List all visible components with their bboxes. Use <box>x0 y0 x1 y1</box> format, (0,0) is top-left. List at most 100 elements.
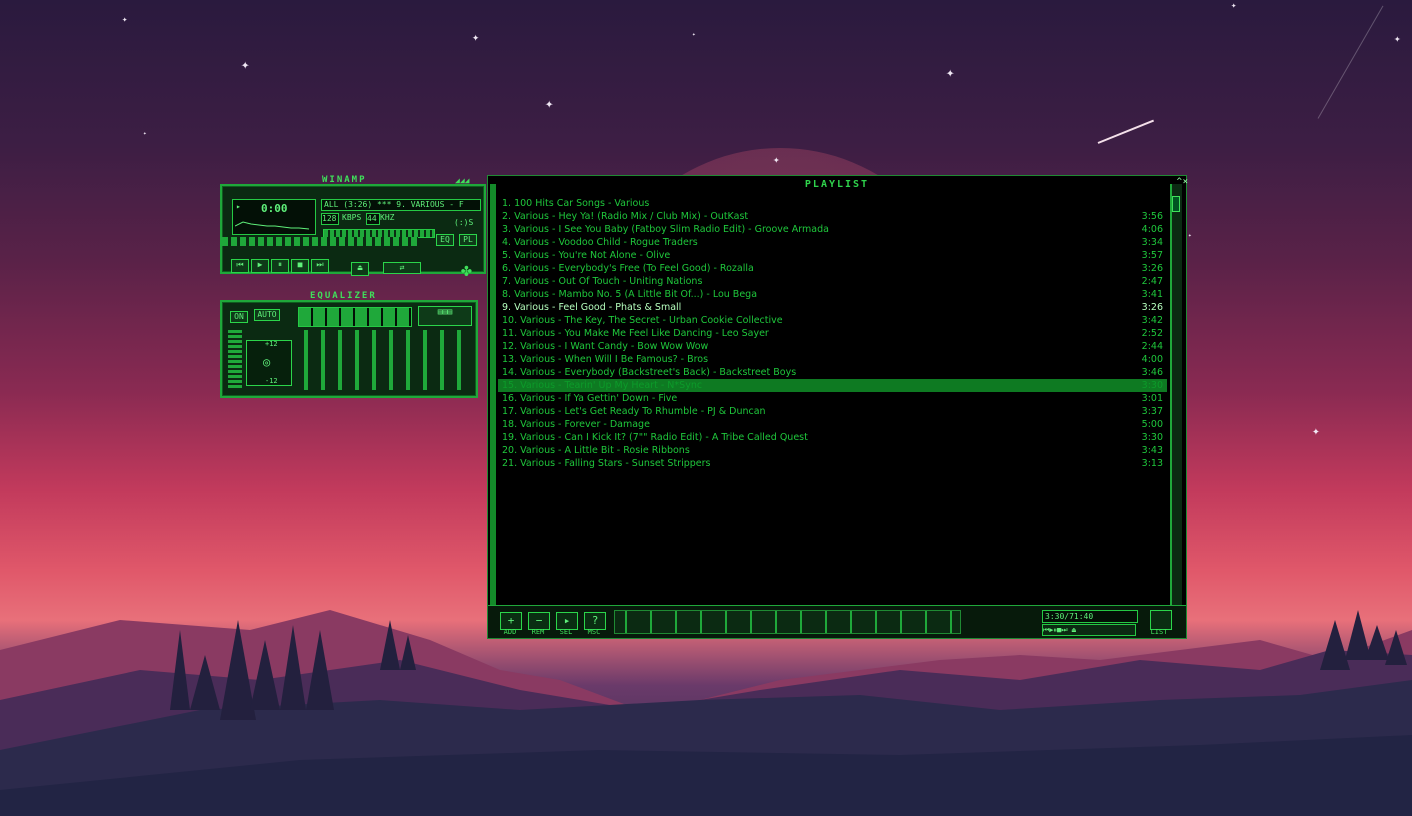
window-controls-icon[interactable]: ◢◢◢ <box>455 176 469 185</box>
playlist-track-row[interactable]: 18. Various - Forever - Damage 5:00 <box>498 418 1167 431</box>
stop-button[interactable]: ■ <box>291 259 309 273</box>
khz-display: 44 <box>366 213 380 225</box>
track-duration: 3:13 <box>1141 458 1163 469</box>
volume-slider[interactable] <box>222 237 418 246</box>
close-icon[interactable]: × <box>1183 177 1188 187</box>
track-title: 7. Various - Out Of Touch - Uniting Nati… <box>502 276 703 287</box>
star-icon: ✦ <box>122 15 128 25</box>
playlist-track-row[interactable]: 4. Various - Voodoo Child - Rogue Trader… <box>498 236 1167 249</box>
playlist-toggle-button[interactable]: PL <box>459 234 477 246</box>
track-title: 15. Various - Tearin' Up My Heart - N*Sy… <box>502 380 703 391</box>
track-title: 21. Various - Falling Stars - Sunset Str… <box>502 458 711 469</box>
playlist-left-border <box>490 184 496 630</box>
playlist-track-row[interactable]: 12. Various - I Want Candy - Bow Wow Wow… <box>498 340 1167 353</box>
eq-minus-label: -12 <box>265 377 278 385</box>
khz-label: KHZ <box>380 213 395 222</box>
next-button[interactable]: ⏭ <box>311 259 329 273</box>
play-button[interactable]: ▶ <box>251 259 269 273</box>
playlist-track-row[interactable]: 21. Various - Falling Stars - Sunset Str… <box>498 457 1167 470</box>
shooting-star <box>1097 119 1155 144</box>
eq-on-button[interactable]: ON <box>230 311 248 323</box>
playlist-scrollbar[interactable] <box>1170 184 1182 630</box>
eq-graph <box>298 307 412 327</box>
playlist-track-row[interactable]: 19. Various - Can I Kick It? (7"" Radio … <box>498 431 1167 444</box>
track-duration: 3:26 <box>1141 302 1163 313</box>
playlist-scroll-thumb[interactable] <box>1172 196 1180 212</box>
track-title: 1. 100 Hits Car Songs - Various <box>502 198 650 209</box>
track-title: 9. Various - Feel Good - Phats & Small <box>502 302 682 313</box>
playlist-track-row[interactable]: 9. Various - Feel Good - Phats & Small 3:… <box>498 301 1167 314</box>
eq-toggle-button[interactable]: EQ <box>436 234 454 246</box>
playlist-track-row[interactable]: 2. Various - Hey Ya! (Radio Mix / Club M… <box>498 210 1167 223</box>
playlist-track-row[interactable]: 8. Various - Mambo No. 5 (A Little Bit O… <box>498 288 1167 301</box>
playlist-track-row[interactable]: 13. Various - When Will I Be Famous? - B… <box>498 353 1167 366</box>
track-duration: 3:46 <box>1141 367 1163 378</box>
track-title: 10. Various - The Key, The Secret - Urba… <box>502 315 783 326</box>
track-title: 16. Various - If Ya Gettin' Down - Five <box>502 393 678 404</box>
star-icon: ✦ <box>472 30 480 44</box>
list-icon[interactable] <box>1150 610 1172 630</box>
track-duration: 3:41 <box>1141 289 1163 300</box>
playlist-track-row[interactable]: 6. Various - Everybody's Free (To Feel G… <box>498 262 1167 275</box>
star-icon: ✦ <box>545 96 554 112</box>
playlist-track-row[interactable]: 5. Various - You're Not Alone - Olive 3:5… <box>498 249 1167 262</box>
eq-dial-icon: ◎ <box>263 355 271 369</box>
pause-button[interactable]: ⏸ <box>271 259 289 273</box>
equalizer-title: EQUALIZER <box>310 291 377 301</box>
shuffle-repeat-button[interactable]: ⇄ <box>383 262 421 274</box>
track-duration: 3:30 <box>1141 432 1163 443</box>
playlist-bottom-bar: + ADD − REM ▸ SEL ? MSC 3:30/71:40 ⏮▶⏸■⏭… <box>488 605 1186 638</box>
visualizer-display: ▸ 0:00 <box>232 199 316 235</box>
winamp-logo-icon[interactable]: ✤ <box>461 260 472 281</box>
misc-button-label: MSC <box>587 628 601 636</box>
playlist-track-row[interactable]: 3. Various - I See You Baby (Fatboy Slim… <box>498 223 1167 236</box>
star-icon: ✦ <box>1188 232 1192 239</box>
track-duration: 3:34 <box>1141 237 1163 248</box>
track-title: 20. Various - A Little Bit - Rosie Ribbo… <box>502 445 690 456</box>
main-window-title: WINAMP <box>322 175 367 185</box>
playlist-track-row[interactable]: 7. Various - Out Of Touch - Uniting Nati… <box>498 275 1167 288</box>
playlist-track-row[interactable]: 16. Various - If Ya Gettin' Down - Five 3… <box>498 392 1167 405</box>
track-title: 3. Various - I See You Baby (Fatboy Slim… <box>502 224 829 235</box>
playlist-titlebar[interactable]: PLAYLIST ^ × <box>488 176 1188 194</box>
track-title: 4. Various - Voodoo Child - Rogue Trader… <box>502 237 698 248</box>
track-duration: 5:00 <box>1141 419 1163 430</box>
track-duration: 3:43 <box>1141 445 1163 456</box>
track-duration: 3:57 <box>1141 250 1163 261</box>
playlist-track-row[interactable]: 11. Various - You Make Me Feel Like Danc… <box>498 327 1167 340</box>
star-icon: ✦ <box>241 57 250 73</box>
track-duration: 4:00 <box>1141 354 1163 365</box>
select-button-label: SEL <box>559 628 573 636</box>
playlist-title: PLAYLIST <box>804 179 870 190</box>
track-title: 11. Various - You Make Me Feel Like Danc… <box>502 328 769 339</box>
kbps-label: KBPS <box>342 213 362 222</box>
track-title: 18. Various - Forever - Damage <box>502 419 650 430</box>
track-list[interactable]: 1. 100 Hits Car Songs - Various 2. Variou… <box>498 197 1167 602</box>
playlist-mini-controls[interactable]: ⏮▶⏸■⏭ ⏏ <box>1042 624 1136 636</box>
playlist-track-row[interactable]: 15. Various - Tearin' Up My Heart - N*Sy… <box>498 379 1167 392</box>
star-icon: ✦ <box>1312 424 1320 439</box>
track-title: 6. Various - Everybody's Free (To Feel G… <box>502 263 754 274</box>
eq-preamp-dial[interactable]: +12 -12 ◎ <box>246 340 292 386</box>
track-duration: 3:37 <box>1141 406 1163 417</box>
track-title: 13. Various - When Will I Be Famous? - B… <box>502 354 709 365</box>
playlist-track-row[interactable]: 14. Various - Everybody (Backstreet's Ba… <box>498 366 1167 379</box>
bitrate-display: 128 <box>321 213 339 225</box>
play-state-icon: ▸ <box>236 202 241 211</box>
eject-button[interactable]: ⏏ <box>351 262 369 276</box>
track-title: 12. Various - I Want Candy - Bow Wow Wow <box>502 341 709 352</box>
playlist-track-row[interactable]: 10. Various - The Key, The Secret - Urba… <box>498 314 1167 327</box>
previous-button[interactable]: ⏮ <box>231 259 249 273</box>
eq-presets-button[interactable]: ▤▤▤ <box>418 306 472 326</box>
track-duration: 3:01 <box>1141 393 1163 404</box>
star-icon: ✦ <box>143 130 147 137</box>
playlist-track-row[interactable]: 17. Various - Let's Get Ready To Rhumble… <box>498 405 1167 418</box>
stereo-indicator: (:)S <box>454 218 474 227</box>
eq-band-sliders[interactable] <box>296 330 470 390</box>
playlist-track-row[interactable]: 1. 100 Hits Car Songs - Various <box>498 197 1167 210</box>
playlist-track-row[interactable]: 20. Various - A Little Bit - Rosie Ribbo… <box>498 444 1167 457</box>
song-ticker[interactable]: ALL (3:26) *** 9. VARIOUS - F <box>321 199 481 211</box>
eq-preamp-slider[interactable] <box>228 330 242 390</box>
eq-auto-button[interactable]: AUTO <box>254 309 280 321</box>
track-title: 5. Various - You're Not Alone - Olive <box>502 250 671 261</box>
